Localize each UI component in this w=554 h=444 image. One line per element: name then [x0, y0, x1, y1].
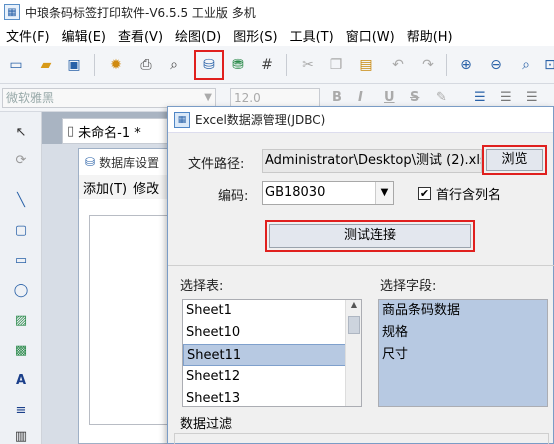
select-table-label: 选择表: — [180, 279, 224, 294]
database-icon: ⛁ — [85, 155, 96, 169]
align-center-icon[interactable]: ☰ — [500, 90, 512, 105]
align-left-icon[interactable]: ☰ — [474, 90, 486, 105]
table-list-scrollbar[interactable]: ▲ — [345, 300, 361, 406]
zoom-extra-icon[interactable]: ⊡ — [540, 55, 554, 75]
drawing-tools-panel: ↖ ⟳ ╲ ▢ ▭ ◯ ▨ ▩ A ≡ ▥ — [0, 112, 42, 444]
menu-help[interactable]: 帮助(H) — [401, 26, 459, 45]
list-item[interactable]: Sheet10 — [183, 322, 361, 344]
text-tool-icon[interactable]: A — [11, 370, 31, 390]
select-field-label: 选择字段: — [380, 279, 437, 294]
tab-document[interactable]: ▯ 未命名-1 * — [62, 118, 174, 144]
header-row-checkbox[interactable]: ✔ — [418, 187, 431, 200]
save-icon[interactable]: ▣ — [64, 55, 84, 75]
dialog-logo-icon: ▦ — [174, 111, 190, 128]
title-bar: ▦ 中琅条码标签打印软件-V6.5.5 工业版 多机 — [0, 0, 554, 24]
db-edit-menu[interactable]: 修改 — [133, 178, 159, 197]
document-icon: ▯ — [67, 123, 75, 139]
encoding-select[interactable]: GB18030 ▼ — [262, 181, 394, 205]
rectangle-tool-icon[interactable]: ▢ — [11, 220, 31, 240]
list-item[interactable]: Sheet13 — [183, 388, 361, 406]
rounded-rect-tool-icon[interactable]: ▭ — [11, 250, 31, 270]
excel-datasource-dialog: ▦ Excel数据源管理(JDBC) 文件路径: Administrator\D… — [167, 106, 554, 444]
text-style-icon[interactable]: ✎ — [436, 90, 447, 105]
app-logo-icon: ▦ — [4, 4, 20, 20]
select-pointer-icon[interactable]: ↖ — [11, 122, 31, 142]
database-button-highlight — [194, 50, 224, 80]
print-preview-icon[interactable]: ⌕ — [164, 55, 184, 75]
open-folder-icon[interactable]: ▰ — [36, 55, 56, 75]
rich-text-tool-icon[interactable]: ≡ — [11, 400, 31, 420]
test-connection-button[interactable]: 测试连接 — [269, 224, 471, 248]
menu-draw[interactable]: 绘图(D) — [169, 26, 227, 45]
italic-button[interactable]: I — [358, 90, 363, 105]
scroll-up-icon[interactable]: ▲ — [346, 300, 361, 314]
chevron-down-icon: ▼ — [204, 92, 212, 103]
strike-button[interactable]: S — [410, 90, 419, 105]
app-title: 中琅条码标签打印软件-V6.5.5 工业版 多机 — [25, 5, 256, 20]
data-filter-group — [174, 433, 549, 444]
data-filter-label: 数据过滤 — [180, 417, 233, 432]
zoom-in-icon[interactable]: ⊕ — [456, 55, 476, 75]
print-icon[interactable]: ⎙ — [136, 55, 156, 75]
browse-button[interactable]: 浏览 — [486, 149, 543, 171]
line-tool-icon[interactable]: ╲ — [11, 190, 31, 210]
image-tool-icon[interactable]: ▨ — [11, 310, 31, 330]
list-item[interactable]: Sheet1 — [183, 300, 361, 322]
list-item[interactable]: 尺寸 — [379, 344, 547, 366]
menu-bar: 文件(F) 编辑(E) 查看(V) 绘图(D) 图形(S) 工具(T) 窗口(W… — [0, 24, 554, 46]
menu-file[interactable]: 文件(F) — [0, 26, 56, 45]
list-item[interactable]: Sheet12 — [183, 366, 361, 388]
font-family-select[interactable]: 微软雅黑 ▼ — [2, 88, 216, 108]
encoding-label: 编码: — [218, 189, 249, 204]
settings-gear-icon[interactable]: ✹ — [106, 55, 126, 75]
redo-icon[interactable]: ↷ — [418, 55, 438, 75]
chevron-down-icon[interactable]: ▼ — [375, 182, 393, 204]
copy-icon[interactable]: ❐ — [326, 55, 346, 75]
list-item-selected[interactable]: Sheet11 — [183, 344, 361, 366]
menu-shape[interactable]: 图形(S) — [227, 26, 283, 45]
divider — [168, 265, 554, 266]
list-item[interactable]: 规格 — [379, 322, 547, 344]
database-settings-icon[interactable]: ⛃ — [228, 55, 248, 75]
main-toolbar: ▭ ▰ ▣ ✹ ⎙ ⌕ ⛁ ⛃ # ✂ ❐ ▤ ↶ ↷ ⊕ ⊖ ⌕ ⊡ — [0, 46, 554, 84]
picture-tool-icon[interactable]: ▩ — [11, 340, 31, 360]
field-list[interactable]: 商品条码数据 规格 尺寸 — [378, 299, 548, 407]
undo-icon[interactable]: ↶ — [388, 55, 408, 75]
ellipse-tool-icon[interactable]: ◯ — [11, 280, 31, 300]
align-right-icon[interactable]: ☰ — [526, 90, 538, 105]
paste-icon[interactable]: ▤ — [356, 55, 376, 75]
file-path-label: 文件路径: — [188, 157, 245, 172]
header-row-checkbox-label: 首行含列名 — [436, 188, 502, 203]
file-path-field[interactable]: Administrator\Desktop\测试 (2).xls — [262, 149, 482, 173]
excel-dialog-titlebar: ▦ Excel数据源管理(JDBC) — [168, 107, 553, 133]
new-file-icon[interactable]: ▭ — [6, 55, 26, 75]
menu-edit[interactable]: 编辑(E) — [56, 26, 112, 45]
list-item[interactable]: 商品条码数据 — [379, 300, 547, 322]
scroll-thumb[interactable] — [348, 316, 360, 334]
rotate-icon[interactable]: ⟳ — [11, 150, 31, 170]
menu-window[interactable]: 窗口(W) — [340, 26, 401, 45]
zoom-out-icon[interactable]: ⊖ — [486, 55, 506, 75]
underline-button[interactable]: U — [384, 90, 395, 105]
zoom-fit-icon[interactable]: ⌕ — [516, 55, 536, 75]
bold-button[interactable]: B — [332, 90, 342, 105]
barcode-tool-icon[interactable]: ▥ — [11, 426, 31, 444]
cut-icon[interactable]: ✂ — [298, 55, 318, 75]
menu-view[interactable]: 查看(V) — [112, 26, 169, 45]
table-list[interactable]: Sheet1 Sheet10 Sheet11 Sheet12 Sheet13 ▲ — [182, 299, 362, 407]
menu-tools[interactable]: 工具(T) — [284, 26, 340, 45]
grid-icon[interactable]: # — [257, 55, 277, 75]
db-add-menu[interactable]: 添加(T) — [83, 178, 127, 197]
font-size-select[interactable]: 12.0 — [230, 88, 320, 108]
